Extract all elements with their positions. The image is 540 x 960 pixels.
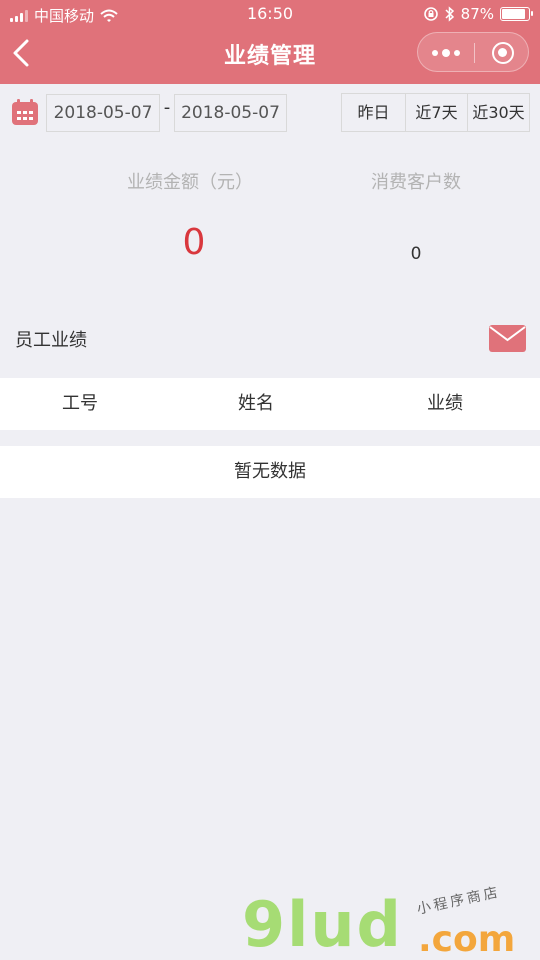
more-options-button[interactable] [418,33,474,73]
customers-value: 0 [410,244,422,264]
close-target-icon[interactable] [492,42,514,64]
watermark-logo-text: 9lud [242,888,403,960]
date-range-buttons: 昨日 近7天 近30天 [341,93,530,132]
orientation-lock-icon [423,7,438,21]
section-title: 员工业绩 [15,330,87,351]
mini-program-capsule [417,32,529,72]
watermark-suffix: .com [418,919,516,960]
watermark-tagline: 小程序商店 [415,884,502,918]
watermark-logo: 9lud 小程序商店 .com [238,880,538,960]
status-right: 87% [423,5,533,23]
customers-label: 消费客户数 [371,172,461,193]
bluetooth-icon [445,6,454,22]
empty-state-text: 暂无数据 [0,446,540,498]
capsule-divider [474,43,475,63]
column-header-employee-id: 工号 [62,393,98,414]
start-date-picker[interactable]: 2018-05-07 [46,94,160,132]
range-7-days-button[interactable]: 近7天 [405,94,467,131]
range-30-days-button[interactable]: 近30天 [467,94,529,131]
amount-value: 0 [182,222,206,263]
amount-label: 业绩金额（元） [127,172,253,193]
column-header-name: 姓名 [238,393,274,414]
mail-icon[interactable] [489,325,526,352]
battery-icon [500,7,533,21]
battery-percent: 87% [460,5,494,23]
header-bar: 中国移动 16:50 87% 业绩管理 [0,0,540,84]
status-bar: 中国移动 16:50 87% [0,0,540,28]
calendar-icon[interactable] [11,98,39,126]
date-separator: - [163,97,171,118]
table-header: 工号 姓名 业绩 [0,378,540,430]
end-date-picker[interactable]: 2018-05-07 [174,94,287,132]
column-header-performance: 业绩 [427,393,463,414]
range-yesterday-button[interactable]: 昨日 [342,94,405,131]
